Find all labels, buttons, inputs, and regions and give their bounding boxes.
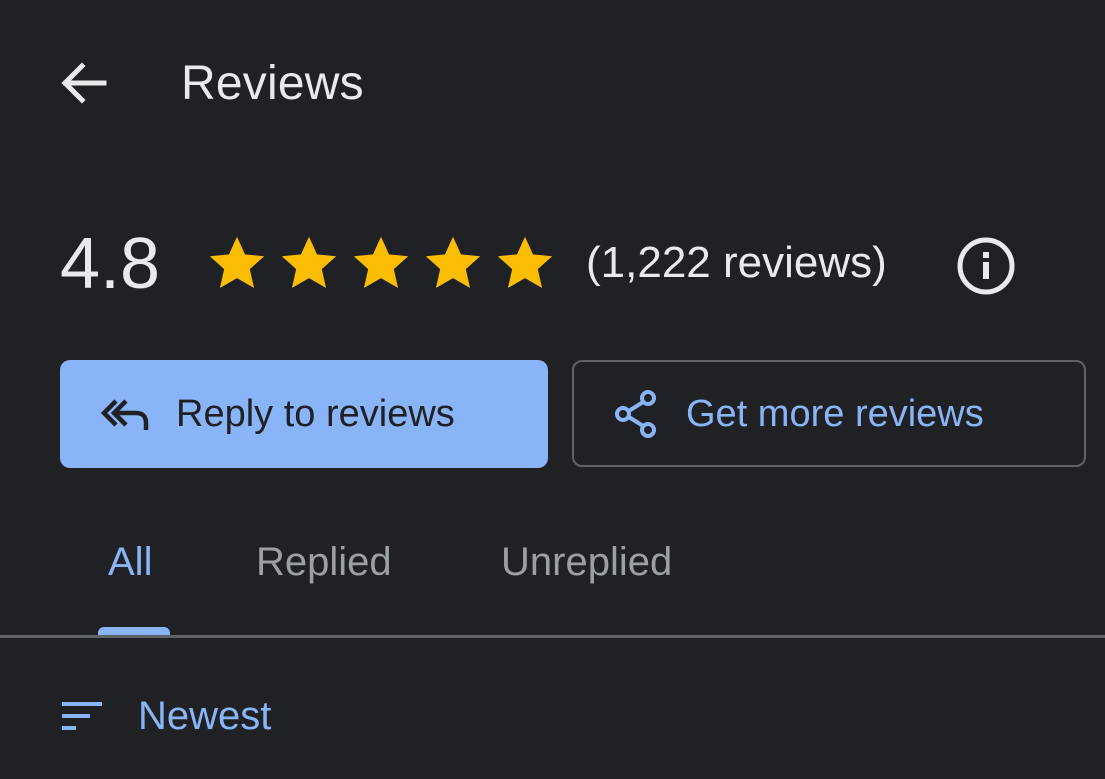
star-icon	[209, 236, 265, 288]
sort-button[interactable]: Newest	[60, 690, 271, 742]
get-more-reviews-button[interactable]: Get more reviews	[572, 360, 1086, 467]
tab-all[interactable]: All	[108, 538, 152, 586]
review-count: (1,222 reviews)	[586, 238, 887, 287]
star-icon	[425, 236, 481, 288]
star-icon	[281, 236, 337, 288]
star-icon	[497, 236, 553, 288]
page-title: Reviews	[181, 57, 364, 110]
tab-unreplied[interactable]: Unreplied	[501, 538, 672, 586]
sort-icon	[62, 702, 102, 730]
review-filter-tabs: All Replied Unreplied	[0, 520, 1105, 638]
info-icon	[957, 237, 1015, 295]
sort-label: Newest	[138, 694, 272, 738]
info-button[interactable]	[954, 234, 1018, 298]
share-icon	[615, 389, 656, 438]
back-button[interactable]	[48, 50, 120, 116]
tabs-divider	[0, 635, 1105, 638]
get-more-reviews-label: Get more reviews	[686, 392, 984, 435]
arrow-back-icon	[61, 62, 107, 104]
star-icon	[353, 236, 409, 288]
reviews-screen: Reviews 4.8 (1,222 reviews) Reply to rev…	[0, 0, 1105, 779]
reply-to-reviews-button[interactable]: Reply to reviews	[60, 360, 548, 468]
star-rating	[205, 232, 557, 296]
tab-replied[interactable]: Replied	[256, 538, 392, 586]
rating-value: 4.8	[60, 224, 161, 304]
reply-to-reviews-label: Reply to reviews	[176, 393, 455, 435]
reply-all-icon	[100, 399, 149, 430]
